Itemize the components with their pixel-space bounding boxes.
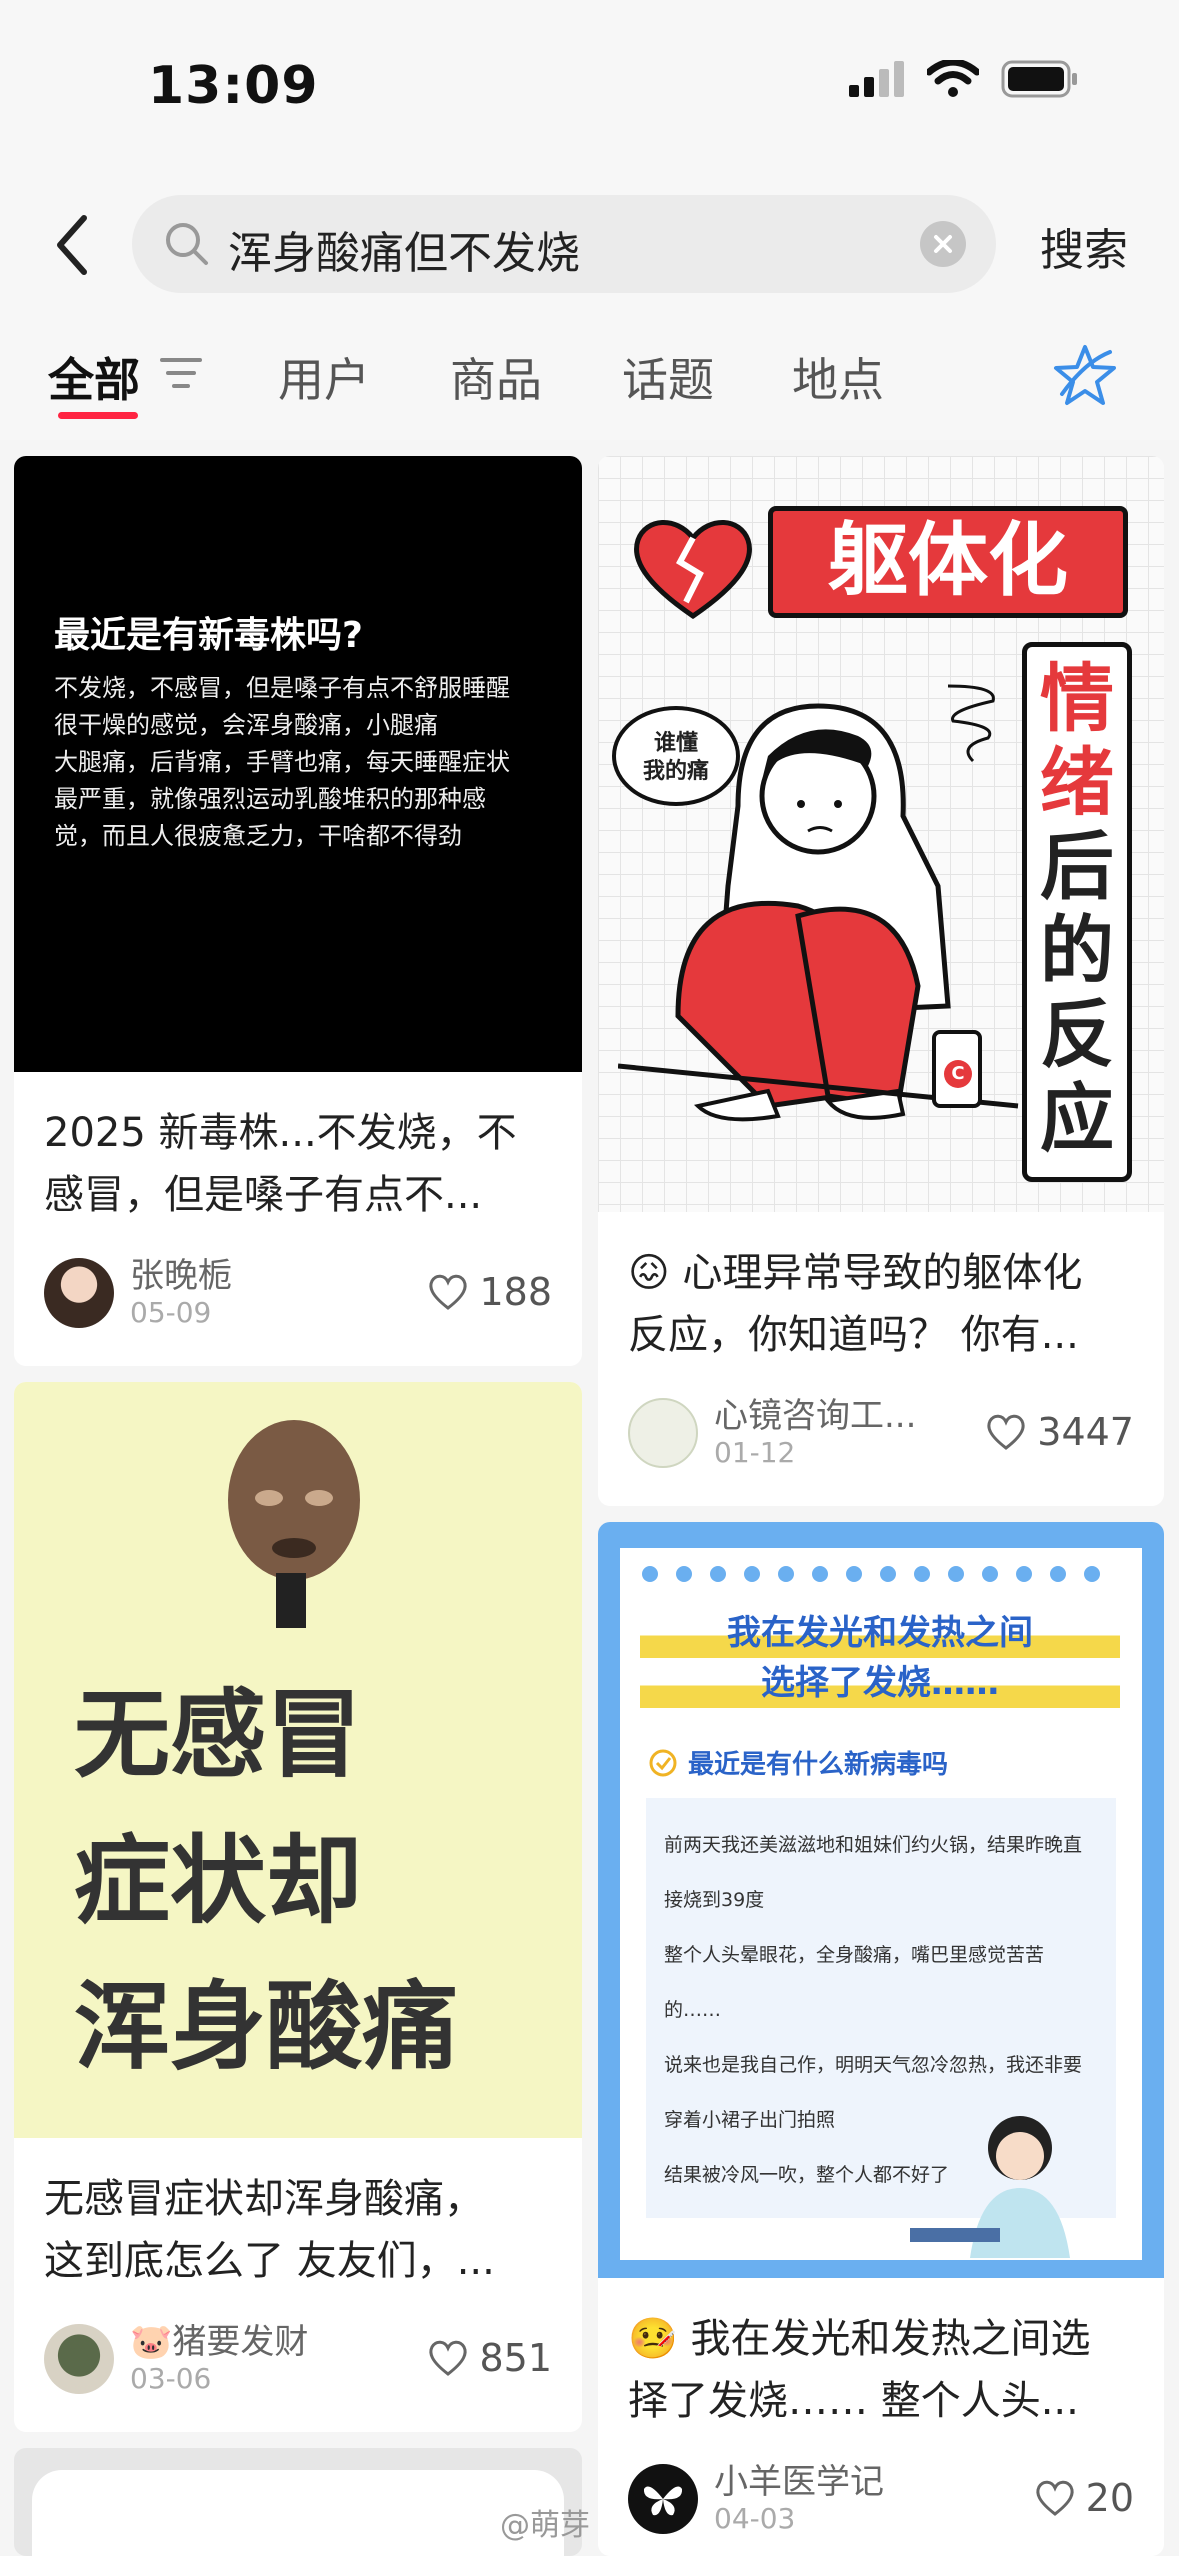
cover-image: 躯体化 情 绪 后 的 反 应 谁懂 我的痛 C bbox=[598, 456, 1164, 1212]
note-card[interactable]: 躯体化 情 绪 后 的 反 应 谁懂 我的痛 C 😖 心理异常导致的躯体化 反应… bbox=[598, 456, 1164, 1506]
notepad-rings bbox=[642, 1566, 1100, 1582]
like-button[interactable]: 851 bbox=[427, 2336, 552, 2380]
author-info[interactable]: 张晚栀 05-09 bbox=[44, 1256, 232, 1330]
clock: 13:09 bbox=[148, 56, 319, 116]
mask-sculpture-image bbox=[228, 1420, 360, 1628]
note-card[interactable]: 无感冒 症状却 浑身酸痛 无感冒症状却浑身酸痛， 这到底怎么了 友友们，... … bbox=[14, 1382, 582, 2432]
search-input[interactable]: 浑身酸痛但不发烧 bbox=[132, 195, 996, 293]
like-count: 188 bbox=[479, 1270, 552, 1314]
ai-star-icon[interactable] bbox=[1052, 342, 1118, 408]
author-info[interactable]: 🐷猪要发财 03-06 bbox=[44, 2322, 308, 2396]
tab-products[interactable]: 商品 bbox=[450, 344, 542, 410]
avatar bbox=[44, 2324, 114, 2394]
note-title: 🤒 我在发光和发热之间选 择了发烧…… 整个人头... bbox=[628, 2316, 1091, 2424]
broken-heart-icon bbox=[634, 520, 752, 620]
girl-at-desk-illustration bbox=[910, 2116, 1070, 2258]
like-count: 3447 bbox=[1037, 1410, 1134, 1454]
note-title: 😖 心理异常导致的躯体化 反应，你知道吗？ 你有... bbox=[628, 1250, 1083, 1358]
heart-icon bbox=[429, 1274, 468, 1310]
author-info[interactable]: 心镜咨询工... 01-12 bbox=[628, 1396, 916, 1470]
tab-topics[interactable]: 话题 bbox=[622, 344, 714, 410]
filter-icon[interactable] bbox=[160, 356, 202, 390]
heart-icon bbox=[429, 2340, 468, 2376]
status-bar: 13:09 bbox=[0, 0, 1179, 170]
like-button[interactable]: 188 bbox=[427, 1270, 552, 1314]
cover-text: 不发烧，不感冒，但是嗓子有点不舒服睡醒 很干燥的感觉，会浑身酸痛，小腿痛 大腿痛… bbox=[54, 674, 510, 850]
author-name: 小羊医学记 bbox=[714, 2462, 884, 2502]
cover-image: 我在发光和发热之间 选择了发烧…… 最近是有什么新病毒吗 前两天我还美滋滋地和姐… bbox=[598, 1522, 1164, 2278]
author-name: 张晚栀 bbox=[130, 1256, 232, 1296]
scribble-icon bbox=[947, 684, 995, 763]
tab-users[interactable]: 用户 bbox=[278, 344, 370, 410]
post-date: 01-12 bbox=[714, 1436, 796, 1469]
search-row: 浑身酸痛但不发烧 搜索 bbox=[0, 170, 1179, 320]
like-button[interactable]: 20 bbox=[1034, 2476, 1134, 2520]
note-card[interactable]: 最近是有新毒株吗? 不发烧，不感冒，但是嗓子有点不舒服睡醒 很干燥的感觉，会浑身… bbox=[14, 456, 582, 1366]
cover-title: 我在发光和发热之间 选择了发烧…… bbox=[640, 1608, 1120, 1708]
like-count: 20 bbox=[1085, 2476, 1134, 2520]
cover-vertical-text: 情 绪 后 的 反 应 bbox=[1022, 642, 1132, 1182]
cover-image: 最近是有新毒株吗? 不发烧，不感冒，但是嗓子有点不舒服睡醒 很干燥的感觉，会浑身… bbox=[14, 456, 582, 1072]
back-arrow-icon[interactable] bbox=[48, 210, 98, 280]
note-title: 无感冒症状却浑身酸痛， 这到底怎么了 友友们，... bbox=[44, 2176, 495, 2284]
pill-bottle: C bbox=[932, 1030, 982, 1108]
clear-icon[interactable] bbox=[920, 221, 966, 267]
active-tab-underline bbox=[58, 412, 138, 419]
avatar bbox=[44, 1258, 114, 1328]
search-icon bbox=[166, 223, 208, 265]
author-name: 🐷猪要发财 bbox=[130, 2322, 309, 2362]
heart-icon bbox=[987, 1414, 1025, 1450]
battery-icon bbox=[1001, 60, 1077, 98]
status-icons bbox=[849, 60, 1079, 98]
heart-icon bbox=[1035, 2480, 1074, 2516]
cover-banner: 躯体化 bbox=[768, 506, 1128, 618]
cover-image: 无感冒 症状却 浑身酸痛 bbox=[14, 1382, 582, 2138]
note-title: 2025 新毒株...不发烧，不 感冒，但是嗓子有点不... bbox=[44, 1110, 517, 1218]
tab-places[interactable]: 地点 bbox=[792, 344, 884, 410]
filter-tabs: 全部 用户 商品 话题 地点 bbox=[0, 320, 1179, 440]
cellular-signal-icon bbox=[849, 61, 904, 97]
avatar bbox=[628, 1398, 698, 1468]
cover-subtitle: 最近是有什么新病毒吗 bbox=[648, 1744, 948, 1781]
post-date: 04-03 bbox=[714, 2502, 796, 2535]
wifi-icon bbox=[927, 60, 979, 97]
avatar bbox=[628, 2464, 698, 2534]
cover-heading: 最近是有新毒株吗? bbox=[54, 615, 363, 656]
cover-image bbox=[32, 2470, 564, 2556]
author-name: 心镜咨询工... bbox=[714, 1396, 917, 1436]
post-date: 03-06 bbox=[130, 2362, 212, 2395]
like-button[interactable]: 3447 bbox=[985, 1410, 1134, 1454]
notepad: 我在发光和发热之间 选择了发烧…… 最近是有什么新病毒吗 前两天我还美滋滋地和姐… bbox=[620, 1548, 1142, 2260]
cover-text: 无感冒 症状却 浑身酸痛 bbox=[74, 1679, 458, 2083]
note-card[interactable]: 我在发光和发热之间 选择了发烧…… 最近是有什么新病毒吗 前两天我还美滋滋地和姐… bbox=[598, 1522, 1164, 2556]
author-info[interactable]: 小羊医学记 04-03 bbox=[628, 2462, 884, 2536]
note-card[interactable] bbox=[14, 2448, 582, 2556]
checkmark-icon bbox=[649, 1749, 677, 1776]
watermark: @萌芽 bbox=[500, 2508, 590, 2543]
butterfly-icon bbox=[643, 2486, 683, 2516]
tab-all[interactable]: 全部 bbox=[48, 344, 140, 410]
post-date: 05-09 bbox=[130, 1296, 212, 1329]
search-query: 浑身酸痛但不发烧 bbox=[228, 228, 580, 279]
like-count: 851 bbox=[479, 2336, 552, 2380]
search-button[interactable]: 搜索 bbox=[1040, 214, 1128, 278]
